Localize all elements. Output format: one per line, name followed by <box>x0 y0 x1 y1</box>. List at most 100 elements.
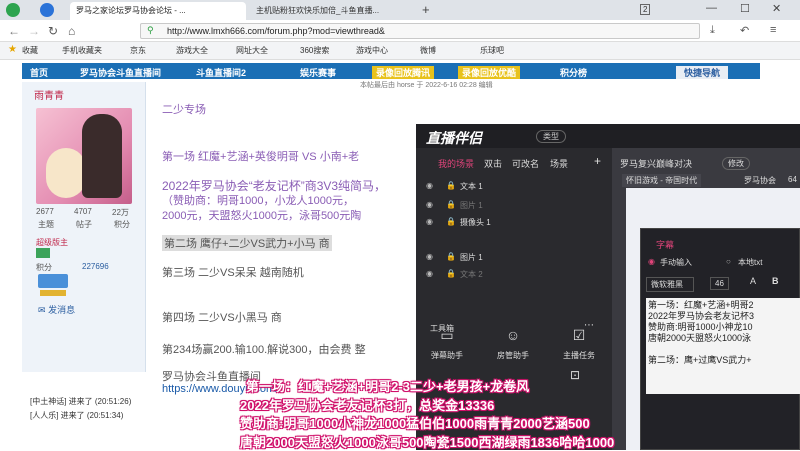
post-heading: 二少专场 <box>162 104 206 116</box>
bold-icon[interactable]: B <box>772 276 779 286</box>
post-edit-info: 本帖最后由 horse 于 2022-6-16 02:28 编辑 <box>360 82 493 89</box>
close-window-button[interactable]: ✕ <box>772 2 781 15</box>
chat-line: [中土神话] 进来了 (20:51:26) <box>30 397 132 406</box>
stat-label: 积分 <box>114 220 130 229</box>
room-admin-icon[interactable]: ☺ <box>490 327 536 343</box>
eye-icon[interactable]: ◉ <box>426 200 433 209</box>
eye-icon[interactable]: ◉ <box>426 181 433 190</box>
tab-scene-rename[interactable]: 可改名 <box>512 157 539 170</box>
author-name[interactable]: 雨青青 <box>34 87 64 102</box>
bookmark-item[interactable]: 360搜索 <box>300 45 329 56</box>
rank-title: 超级版主 <box>36 238 68 247</box>
bookmark-item[interactable]: 微博 <box>420 45 436 56</box>
back-icon[interactable]: ← <box>8 24 20 38</box>
eye-icon[interactable]: ◉ <box>426 217 433 226</box>
layer-item[interactable]: 图片 1 <box>460 200 483 211</box>
download-icon[interactable]: ⤓ <box>710 24 715 37</box>
room-title: 罗马复兴巅峰对决 <box>620 159 693 169</box>
bookmark-item[interactable]: 手机收藏夹 <box>62 45 102 56</box>
eye-icon[interactable]: ◉ <box>426 269 433 278</box>
radio-selected-icon[interactable]: ◉ <box>648 257 655 266</box>
bookmark-item[interactable]: 乐球吧 <box>480 45 504 56</box>
reload-icon[interactable]: ↻ <box>48 24 58 38</box>
chat-line: [人人乐] 进来了 (20:51:34) <box>30 411 124 420</box>
lock-icon[interactable]: 🔒 <box>446 252 456 261</box>
layer-item[interactable]: 文本 1 <box>460 181 483 192</box>
mode-manual-label[interactable]: 手动输入 <box>660 257 692 268</box>
points-value: 227696 <box>82 262 109 271</box>
medal-ribbon-icon <box>40 290 66 296</box>
lock-icon[interactable]: 🔒 <box>446 217 456 226</box>
lock-icon[interactable]: 🔒 <box>446 181 456 190</box>
maximize-button[interactable]: ☐ <box>740 2 750 15</box>
layer-item[interactable]: 摄像头 1 <box>460 217 491 228</box>
caption-line: 唐朝2000天盟怒火1000泳哥500陶瓷1500西湖绿雨1836哈哈1000 <box>240 435 615 450</box>
app-title: 直播伴侣 <box>426 130 482 146</box>
tool-room-admin[interactable]: 房管助手 <box>490 350 536 361</box>
task-icon[interactable]: ☑ <box>556 327 602 344</box>
lock-icon[interactable]: 🔒 <box>446 200 456 209</box>
nav-replay-youku[interactable]: 录像回放优酷 <box>458 66 521 79</box>
nav-replay-tencent[interactable]: 录像回放腾讯 <box>372 66 435 79</box>
teddy-bear-shape <box>46 148 86 198</box>
camera-tool-icon[interactable]: ⊡ <box>570 368 580 382</box>
address-bar[interactable]: ⚲ http://www.lmxh666.com/forum.php?mod=v… <box>140 23 700 39</box>
danmu-icon[interactable]: ▭ <box>424 327 470 344</box>
new-tab-button[interactable]: + <box>422 2 430 17</box>
bookmark-item[interactable]: 游戏中心 <box>356 45 388 56</box>
layer-item[interactable]: 图片 1 <box>460 252 483 263</box>
lock-icon[interactable]: 🔒 <box>446 269 456 278</box>
tab-forum[interactable]: 罗马之家论坛罗马协会论坛 - ... <box>70 2 246 20</box>
eye-icon[interactable]: ◉ <box>426 252 433 261</box>
stat-label: 帖子 <box>76 220 92 229</box>
font-select[interactable]: 微软雅黑 <box>646 277 694 292</box>
forward-icon[interactable]: → <box>28 24 40 38</box>
bookmark-item[interactable]: 收藏 <box>22 45 38 56</box>
tab-my-scene[interactable]: 我的场景 <box>438 157 474 170</box>
home-icon[interactable]: ⌂ <box>68 24 75 38</box>
mode-local-label[interactable]: 本地txt <box>738 257 762 268</box>
layer-item[interactable]: 文本 2 <box>460 269 483 280</box>
add-scene-button[interactable]: + <box>594 154 601 168</box>
subtitle-text-input[interactable]: 第一场：红魔+艺涵+明哥2 2022年罗马协会老友记杯3 赞助商:明哥1000小… <box>646 298 800 394</box>
bookmark-item[interactable]: 网址大全 <box>236 45 268 56</box>
tool-task[interactable]: 主播任务 <box>556 350 602 361</box>
window-count-badge[interactable]: 2 <box>640 4 651 15</box>
points-label: 积分 <box>36 263 52 272</box>
post-line: 第234场赢200.输100.解说300，由会费 整 <box>162 344 366 356</box>
caption-line: 2022年罗马协会老友记杯3打，总奖金13336 <box>240 398 495 413</box>
avatar[interactable] <box>36 108 132 204</box>
bookmark-item[interactable]: 京东 <box>130 45 146 56</box>
nav-douyu-room2[interactable]: 斗鱼直播间2 <box>196 66 246 79</box>
mail-icon: ✉ <box>38 305 46 315</box>
menu-icon[interactable]: ≡ <box>770 24 776 36</box>
tab-label: 罗马之家论坛罗马协会论坛 - ... <box>76 6 186 15</box>
nav-entertainment[interactable]: 娱乐赛事 <box>300 66 336 79</box>
stat-value: 22万 <box>112 208 129 217</box>
undo-icon[interactable]: ↶ <box>740 24 749 37</box>
tab-douyu[interactable]: 主机贴粉狂欢快乐加倍_斗鱼直播... <box>250 2 410 20</box>
caption-line: 赞助商:明哥1000小神龙1000猛伯伯1000雨青青2000艺涵500 <box>240 416 590 431</box>
compass-icon[interactable] <box>40 3 54 17</box>
size-select[interactable]: 46 <box>710 277 729 290</box>
stat-value: 2677 <box>36 207 54 216</box>
edit-title-button[interactable]: 修改 <box>722 157 750 170</box>
radio-icon[interactable]: ○ <box>726 257 731 266</box>
nav-leaderboard[interactable]: 积分榜 <box>560 66 587 79</box>
category-tag[interactable]: 怀旧游戏 - 帝国时代 <box>622 174 702 187</box>
type-button[interactable]: 类型 <box>536 130 566 143</box>
bookmark-item[interactable]: 游戏大全 <box>176 45 208 56</box>
tool-danmu[interactable]: 弹幕助手 <box>424 350 470 361</box>
nav-home[interactable]: 首页 <box>30 66 48 79</box>
tab-scene[interactable]: 场景 <box>550 157 568 170</box>
minimize-button[interactable]: — <box>706 2 717 14</box>
quick-nav-button[interactable]: 快捷导航 <box>676 66 729 79</box>
nav-douyu-room[interactable]: 罗马协会斗鱼直播间 <box>80 66 161 79</box>
bookmark-star-icon: ★ <box>8 44 17 55</box>
tab-scene-dblclick[interactable]: 双击 <box>484 157 502 170</box>
browser-logo-icon <box>6 3 20 17</box>
post-line: 第一场 红魔+艺涵+英俊明哥 VS 小南+老 <box>162 151 360 163</box>
send-message-link[interactable]: ✉ 发消息 <box>38 303 75 316</box>
post-line: 2000元，天盟怒火1000元，泳哥500元陶 <box>162 210 362 222</box>
text-color-icon[interactable]: A <box>750 276 756 286</box>
